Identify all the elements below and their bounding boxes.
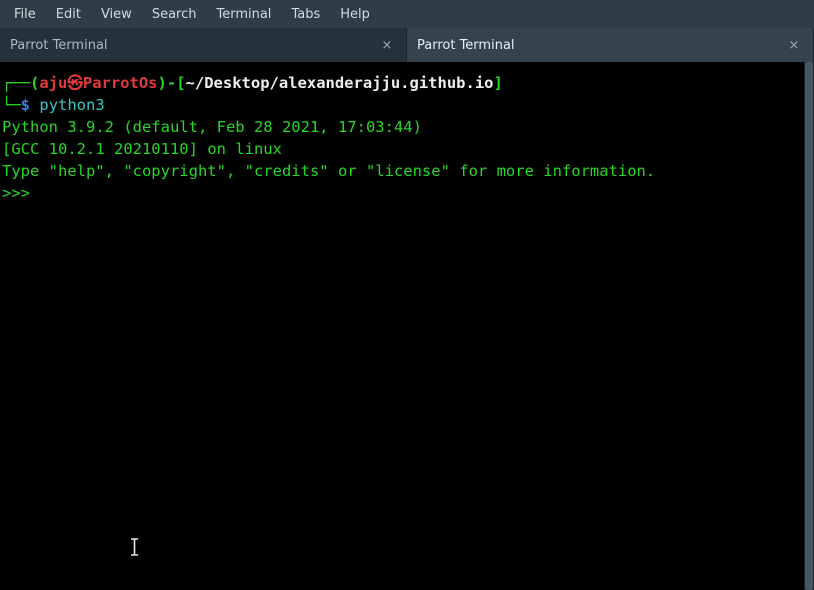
menu-edit[interactable]: Edit (46, 3, 91, 26)
menu-search[interactable]: Search (142, 3, 207, 26)
prompt-sep-icon: ㉿ (67, 74, 83, 92)
prompt-host: ParrotOs (83, 74, 158, 92)
scrollbar-thumb[interactable] (805, 62, 813, 590)
prompt-lbrack: [ (176, 74, 185, 92)
prompt-lparen: ( (30, 74, 39, 92)
menu-terminal[interactable]: Terminal (206, 3, 281, 26)
tab-0-title: Parrot Terminal (10, 38, 108, 53)
repl-prompt: >>> (2, 184, 39, 202)
tab-1-title: Parrot Terminal (417, 38, 515, 53)
prompt-rparen: ) (158, 74, 167, 92)
menu-file[interactable]: File (4, 3, 46, 26)
prompt-border-top: ┌── (2, 74, 30, 92)
prompt-command: python3 (39, 96, 104, 114)
tab-1-close-icon[interactable]: × (785, 36, 803, 54)
tab-0-close-icon[interactable]: × (378, 36, 396, 54)
menu-tabs[interactable]: Tabs (281, 3, 330, 26)
prompt-border-bottom: └─ (2, 96, 21, 114)
prompt-char: $ (21, 96, 30, 114)
prompt-rbrack: ] (494, 74, 503, 92)
menu-view[interactable]: View (91, 3, 142, 26)
tabbar: Parrot Terminal × Parrot Terminal × (0, 28, 814, 62)
tab-1[interactable]: Parrot Terminal × (407, 28, 814, 62)
menubar: File Edit View Search Terminal Tabs Help (0, 0, 814, 28)
tab-0[interactable]: Parrot Terminal × (0, 28, 407, 62)
output-line-2: [GCC 10.2.1 20210110] on linux (2, 140, 282, 158)
output-line-1: Python 3.9.2 (default, Feb 28 2021, 17:0… (2, 118, 431, 136)
prompt-user: aju (39, 74, 67, 92)
terminal-window: File Edit View Search Terminal Tabs Help… (0, 0, 814, 590)
prompt-path: ~/Desktop/alexanderajju.github.io (186, 74, 494, 92)
terminal-viewport[interactable]: ┌──(aju㉿ParrotOs)-[~/Desktop/alexanderaj… (0, 62, 804, 590)
prompt-dash: - (167, 74, 176, 92)
output-line-3: Type "help", "copyright", "credits" or "… (2, 162, 655, 180)
terminal-wrap: ┌──(aju㉿ParrotOs)-[~/Desktop/alexanderaj… (0, 62, 814, 590)
menu-help[interactable]: Help (330, 3, 380, 26)
terminal-scrollbar[interactable] (804, 62, 814, 590)
